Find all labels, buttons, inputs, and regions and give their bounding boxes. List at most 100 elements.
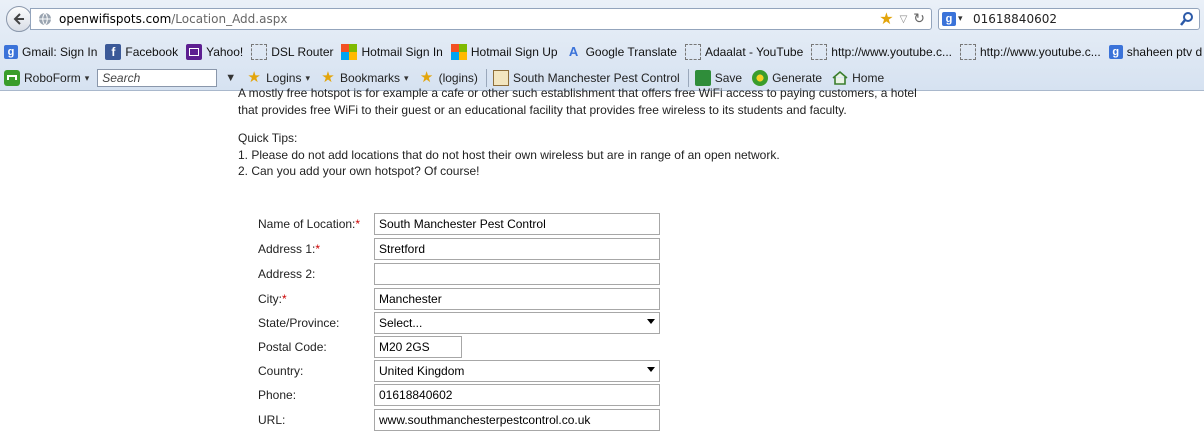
- postal-code-input[interactable]: M20 2GS: [374, 336, 462, 358]
- url-path: /Location_Add.aspx: [171, 12, 288, 26]
- bookmark-label: Facebook: [125, 45, 179, 59]
- quick-tips-title: Quick Tips:: [238, 131, 298, 145]
- intro-text: A mostly free hotspot is for example a c…: [238, 85, 958, 119]
- star-icon: ★: [321, 69, 335, 86]
- city-input[interactable]: Manchester: [374, 288, 660, 310]
- history-dropdown-icon[interactable]: ▽: [900, 14, 908, 25]
- translate-icon: A: [568, 44, 579, 59]
- state-select[interactable]: Select...: [374, 312, 660, 334]
- folder-star-icon: ★: [419, 69, 434, 86]
- home-button[interactable]: Home: [832, 70, 884, 86]
- address-bar[interactable]: openwifispots.com/Location_Add.aspx ★ ▽ …: [30, 8, 932, 30]
- globe-icon: [39, 12, 51, 26]
- google-icon: g: [942, 12, 956, 26]
- home-icon: [832, 70, 848, 85]
- bookmarks-button[interactable]: ★ Bookmarks ▾: [320, 69, 408, 86]
- bookmark-label: Adaalat - YouTube: [704, 45, 804, 59]
- url-text: openwifispots.com/Location_Add.aspx: [59, 12, 287, 26]
- chevron-down-icon: ▾: [305, 72, 311, 83]
- google-icon: g: [1108, 45, 1123, 59]
- bookmarks-label: Bookmarks: [340, 71, 401, 85]
- form-row-city: City:* Manchester: [258, 288, 678, 310]
- location-name-input[interactable]: South Manchester Pest Control: [374, 213, 660, 235]
- save-button[interactable]: Save: [694, 70, 742, 86]
- bookmark-label: DSL Router: [271, 45, 334, 59]
- blank-page-icon: [811, 44, 828, 60]
- reload-icon[interactable]: ↻: [913, 11, 925, 27]
- url-input[interactable]: www.southmanchesterpestcontrol.co.uk: [374, 409, 660, 431]
- passcard-button[interactable]: South Manchester Pest Control: [492, 70, 680, 86]
- address2-input[interactable]: [374, 263, 660, 285]
- search-bar[interactable]: g ▾ 01618840602: [938, 8, 1200, 30]
- save-icon: [694, 70, 711, 86]
- bookmarks-toolbar: g Gmail: Sign In f Facebook Yahoo! DSL Rou…: [0, 40, 1204, 64]
- bookmark-label: Hotmail Sign In: [361, 45, 443, 59]
- back-button[interactable]: [6, 6, 32, 32]
- bookmark-adaalat-youtube[interactable]: Adaalat - YouTube: [684, 44, 804, 60]
- blank-page-icon: [251, 44, 268, 60]
- bookmark-label: http://www.youtube.c...: [831, 45, 952, 59]
- bookmark-youtube-2[interactable]: http://www.youtube.c...: [960, 44, 1101, 60]
- bookmark-label: http://www.youtube.c...: [980, 45, 1101, 59]
- bookmark-shaheen-ptv[interactable]: g shaheen ptv d: [1108, 45, 1202, 59]
- bookmark-gmail[interactable]: g Gmail: Sign In: [4, 45, 97, 59]
- bookmark-label: Google Translate: [585, 45, 677, 59]
- address2-label: Address 2:: [258, 267, 316, 281]
- intro-line-1: A mostly free hotspot is for example a c…: [238, 86, 917, 100]
- bookmark-label: Gmail: Sign In: [22, 45, 98, 59]
- country-select[interactable]: United Kingdom: [374, 360, 660, 382]
- url-domain: openwifispots.com: [59, 12, 172, 26]
- chevron-down-icon: ▾: [84, 72, 90, 83]
- google-icon: g: [4, 45, 18, 59]
- bookmark-dsl-router[interactable]: DSL Router: [251, 44, 333, 60]
- blank-page-icon: [684, 44, 701, 60]
- generate-button[interactable]: Generate: [752, 70, 822, 86]
- home-label: Home: [852, 71, 885, 85]
- page-content: A mostly free hotspot is for example a c…: [0, 86, 1204, 439]
- msn-icon: [450, 44, 467, 60]
- bookmark-star-icon[interactable]: ★: [879, 11, 893, 27]
- chevron-down-icon: [647, 367, 655, 372]
- browser-chrome: openwifispots.com/Location_Add.aspx ★ ▽ …: [0, 0, 1204, 91]
- address1-input[interactable]: Stretford: [374, 238, 660, 260]
- city-label: City:*: [258, 292, 287, 306]
- bookmark-label: Hotmail Sign Up: [470, 45, 558, 59]
- roboform-menu[interactable]: RoboForm ▾: [4, 70, 89, 86]
- generate-icon: [752, 70, 769, 86]
- form-row-phone: Phone: 01618840602: [258, 384, 678, 406]
- search-engine-selector[interactable]: g ▾: [942, 11, 968, 27]
- yahoo-mail-icon: [186, 44, 203, 60]
- form-row-postal: Postal Code: M20 2GS: [258, 336, 678, 358]
- address1-label: Address 1:*: [258, 242, 321, 256]
- back-arrow-icon: [13, 13, 24, 25]
- facebook-icon: f: [105, 44, 122, 60]
- required-mark: *: [282, 292, 287, 306]
- toolbar-search-input[interactable]: Search: [97, 69, 218, 87]
- logins-folder-button[interactable]: ★ (logins): [419, 70, 478, 86]
- logins-button[interactable]: ★ Logins ▾: [246, 70, 310, 86]
- search-dropdown-icon[interactable]: ▼: [225, 72, 236, 84]
- form-row-address2: Address 2:: [258, 263, 678, 285]
- bookmark-yahoo[interactable]: Yahoo!: [186, 44, 243, 60]
- bookmark-hotmail-sign-in[interactable]: Hotmail Sign In: [341, 44, 443, 60]
- magnifier-icon[interactable]: [1179, 11, 1195, 27]
- bookmark-facebook[interactable]: f Facebook: [105, 44, 178, 60]
- logins-label: Logins: [266, 71, 302, 85]
- bookmark-hotmail-sign-up[interactable]: Hotmail Sign Up: [450, 44, 558, 60]
- bookmark-youtube-1[interactable]: http://www.youtube.c...: [811, 44, 952, 60]
- form-row-address1: Address 1:* Stretford: [258, 238, 678, 260]
- address-bar-tools: ★ ▽ ↻: [879, 11, 925, 28]
- roboform-icon: [4, 70, 20, 86]
- chevron-down-icon: [647, 319, 655, 324]
- form-row-state: State/Province: Select...: [258, 312, 678, 334]
- phone-label: Phone:: [258, 388, 297, 402]
- generate-label: Generate: [772, 71, 823, 85]
- required-mark: *: [355, 217, 361, 231]
- phone-input[interactable]: 01618840602: [374, 384, 660, 406]
- country-selected-value: United Kingdom: [379, 364, 465, 378]
- form-row-name: Name of Location:* South Manchester Pest…: [258, 213, 678, 235]
- postal-label: Postal Code:: [258, 340, 327, 354]
- bookmark-google-translate[interactable]: A Google Translate: [566, 44, 677, 60]
- quick-tip-1: 1. Please do not add locations that do n…: [238, 148, 780, 162]
- quick-tip-2: 2. Can you add your own hotspot? Of cour…: [238, 164, 480, 178]
